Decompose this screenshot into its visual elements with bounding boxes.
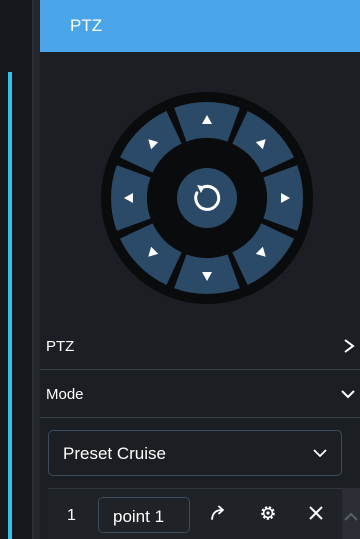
ptz-joystick <box>101 92 313 304</box>
mode-section-row[interactable]: Mode <box>40 372 360 418</box>
mode-select[interactable]: Preset Cruise <box>48 430 342 476</box>
mode-select-value: Preset Cruise <box>63 444 166 463</box>
cruise-point-name-field[interactable]: point 1 <box>98 497 190 533</box>
ptz-section-row[interactable]: PTZ <box>40 324 360 370</box>
scroll-up-icon[interactable] <box>344 512 358 522</box>
panel-rail <box>34 0 40 539</box>
close-icon[interactable] <box>306 503 326 523</box>
chevron-right-icon <box>344 339 355 353</box>
app-root: PTZ PTZ Mode Preset Cruise 1 point 1 <box>0 0 360 539</box>
reset-button[interactable] <box>177 168 237 228</box>
gear-icon[interactable] <box>258 503 278 523</box>
cruise-point-index: 1 <box>67 507 76 524</box>
goto-icon[interactable] <box>208 503 228 523</box>
mode-section-label: Mode <box>46 386 84 403</box>
ptz-section-label: PTZ <box>46 338 75 355</box>
ptz-header: PTZ <box>40 0 360 52</box>
left-accent-bar <box>8 72 12 539</box>
chevron-down-icon <box>341 390 355 399</box>
ptz-header-title: PTZ <box>70 16 103 35</box>
cruise-point-name: point 1 <box>113 507 165 526</box>
cruise-point-row: 1 point 1 <box>48 488 342 539</box>
list-scrollbar[interactable] <box>342 488 360 539</box>
chevron-down-icon <box>313 449 327 458</box>
left-side-panel <box>0 0 32 539</box>
